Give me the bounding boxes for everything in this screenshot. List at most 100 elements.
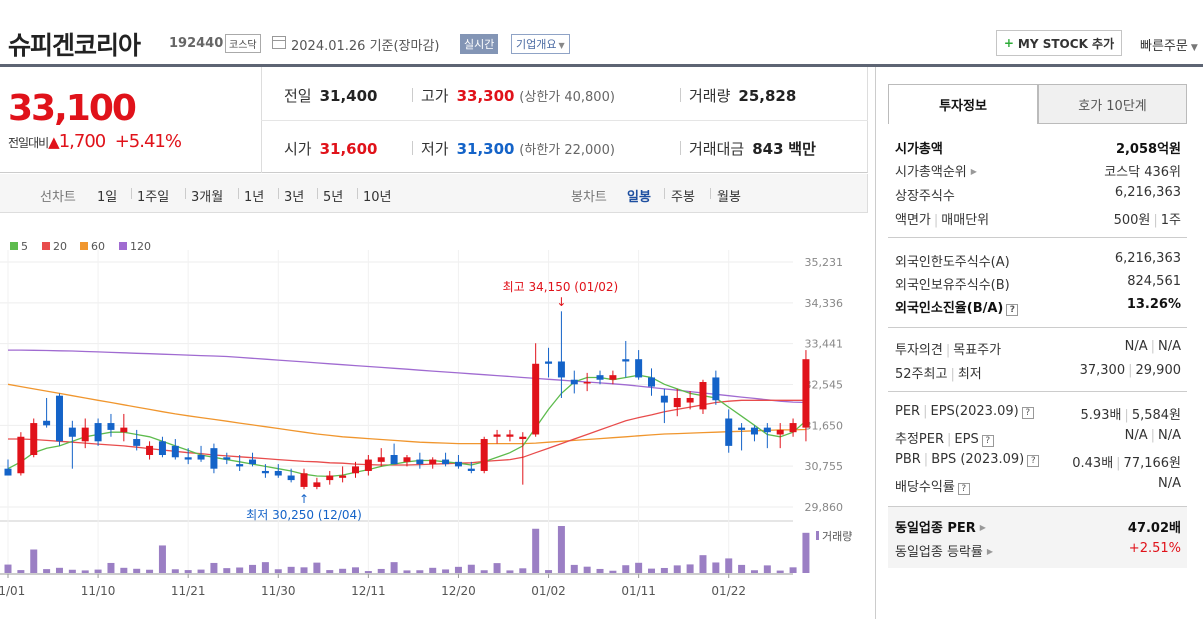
tab-candle-2[interactable]: 월봉 xyxy=(717,186,741,205)
bps-label: BPS (2023.09) xyxy=(931,452,1025,467)
tab-line-3[interactable]: 1년 xyxy=(244,186,264,205)
candle-up xyxy=(609,375,617,380)
candle-down xyxy=(43,420,51,426)
help-icon[interactable]: ? xyxy=(1027,455,1040,467)
arrow-up-icon: ↑ xyxy=(299,492,309,506)
volume-bar xyxy=(557,526,565,573)
volume-bar xyxy=(519,568,527,573)
upper-limit: (상한가 40,800) xyxy=(519,90,615,105)
tab-separator xyxy=(185,188,186,199)
x-tick-label: 12/20 xyxy=(441,584,476,598)
x-tick-label: 11/30 xyxy=(261,584,296,598)
y-tick-label: 33,441 xyxy=(805,338,844,351)
prev-close-value: 31,400 xyxy=(319,87,378,105)
arrow-down-icon: ↓ xyxy=(556,295,566,309)
candle-up xyxy=(776,429,784,435)
candle-down xyxy=(107,423,115,430)
volume-bar xyxy=(377,568,385,573)
volume-bar xyxy=(120,567,128,573)
volume-bar xyxy=(789,567,797,573)
candle-down xyxy=(648,377,655,387)
volume-bar xyxy=(750,570,758,573)
face-value-value: 500원 xyxy=(1113,213,1151,228)
volume-bar xyxy=(609,570,617,573)
tab-line-0[interactable]: 1일 xyxy=(97,186,117,205)
tab-line-4[interactable]: 3년 xyxy=(284,186,304,205)
industry-per-row: 동일업종 PER ▶ 47.02배 xyxy=(895,517,1181,539)
price-chart[interactable]: 35,231 34,336 33,441 32,545 31,650 30,755 29,8… xyxy=(0,214,868,619)
per-row: PER | EPS(2023.09)? 5.93배 | 5,584원 xyxy=(895,404,1181,423)
divider xyxy=(680,141,681,155)
candle-down xyxy=(725,418,733,446)
volume-bar xyxy=(94,569,102,573)
dividend-value: N/A xyxy=(1158,476,1181,491)
help-icon[interactable]: ? xyxy=(981,435,994,447)
volume-bar xyxy=(390,562,398,573)
volume-bar xyxy=(4,564,12,573)
my-stock-add-button[interactable]: + MY STOCK 추가 xyxy=(996,30,1122,56)
tab-orderbook[interactable]: 호가 10단계 xyxy=(1038,84,1187,124)
tab-candle-1[interactable]: 주봉 xyxy=(671,186,695,205)
dividend-row: 배당수익률? N/A xyxy=(895,476,1181,498)
x-tick-label: 01/11 xyxy=(621,584,656,598)
volume-bar xyxy=(364,571,372,573)
volume-bar xyxy=(532,528,540,573)
tab-line-6[interactable]: 10년 xyxy=(363,186,392,205)
listed-shares-value: 6,216,363 xyxy=(1114,185,1181,200)
candle-up xyxy=(789,423,797,433)
tab-line-5[interactable]: 5년 xyxy=(323,186,343,205)
listed-shares-label: 상장주식수 xyxy=(895,189,955,204)
volume-bar xyxy=(210,562,218,573)
candle-up xyxy=(120,427,128,433)
est-eps-value: N/A xyxy=(1158,428,1181,443)
quick-order-dropdown[interactable]: 빠른주문 ▼ xyxy=(1140,35,1198,54)
candle-down xyxy=(184,457,192,460)
tab-invest-info[interactable]: 투자정보 xyxy=(888,84,1038,124)
volume-bar xyxy=(30,549,38,573)
candle-up xyxy=(493,434,501,437)
lower-limit: (하한가 22,000) xyxy=(519,143,615,158)
divider xyxy=(412,141,413,155)
tab-separator xyxy=(278,188,279,199)
candle-down xyxy=(442,459,450,465)
quick-order-label: 빠른주문 xyxy=(1140,39,1188,54)
candle-down xyxy=(171,445,179,458)
listed-shares-row: 상장주식수 6,216,363 xyxy=(895,185,1181,207)
prev-close-label: 전일 xyxy=(284,87,312,105)
tab-line-2[interactable]: 3개월 xyxy=(191,186,223,205)
company-name: 슈피겐코리아 xyxy=(8,31,141,60)
candle-up xyxy=(326,475,334,481)
volume-bar xyxy=(158,545,166,573)
realtime-button[interactable]: 실시간 xyxy=(460,34,499,54)
ma60-line xyxy=(7,383,806,445)
candle-down xyxy=(223,457,231,460)
y-tick-label: 31,650 xyxy=(805,419,844,432)
help-icon[interactable]: ? xyxy=(1006,304,1019,316)
industry-per-link[interactable]: 동일업종 PER ▶ xyxy=(895,517,986,539)
help-icon[interactable]: ? xyxy=(957,483,970,495)
candle-down xyxy=(454,461,462,467)
y-tick-label: 29,860 xyxy=(805,501,844,514)
corp-overview-dropdown[interactable]: 기업개요 ▼ xyxy=(511,34,570,54)
volume-bar xyxy=(236,567,244,573)
caret-right-icon: ▶ xyxy=(986,547,994,556)
volume-bar xyxy=(249,564,257,573)
tab-line-1[interactable]: 1주일 xyxy=(137,186,169,205)
volume-bar xyxy=(403,570,411,573)
volume-bar xyxy=(699,555,707,573)
opinion-value: N/A xyxy=(1124,339,1148,354)
trade-unit-label: 매매단위 xyxy=(941,213,990,228)
tab-candle-0[interactable]: 일봉 xyxy=(627,186,651,205)
section-divider xyxy=(888,327,1187,328)
candle-down xyxy=(210,448,218,469)
low-price: 저가 31,300 (하한가 22,000) xyxy=(421,138,615,159)
change-label: 전일대비 xyxy=(8,136,49,150)
candle-up xyxy=(146,445,154,455)
volume-bar xyxy=(583,566,591,573)
market-cap-rank-link[interactable]: 시가총액순위 ▶ xyxy=(895,161,977,183)
candle-down xyxy=(635,359,643,378)
pbr-row: PBR | BPS (2023.09)? 0.43배 | 77,166원 xyxy=(895,452,1181,471)
candle-down xyxy=(94,423,102,442)
industry-change-link[interactable]: 동일업종 등락률 ▶ xyxy=(895,541,993,563)
help-icon[interactable]: ? xyxy=(1021,407,1034,419)
